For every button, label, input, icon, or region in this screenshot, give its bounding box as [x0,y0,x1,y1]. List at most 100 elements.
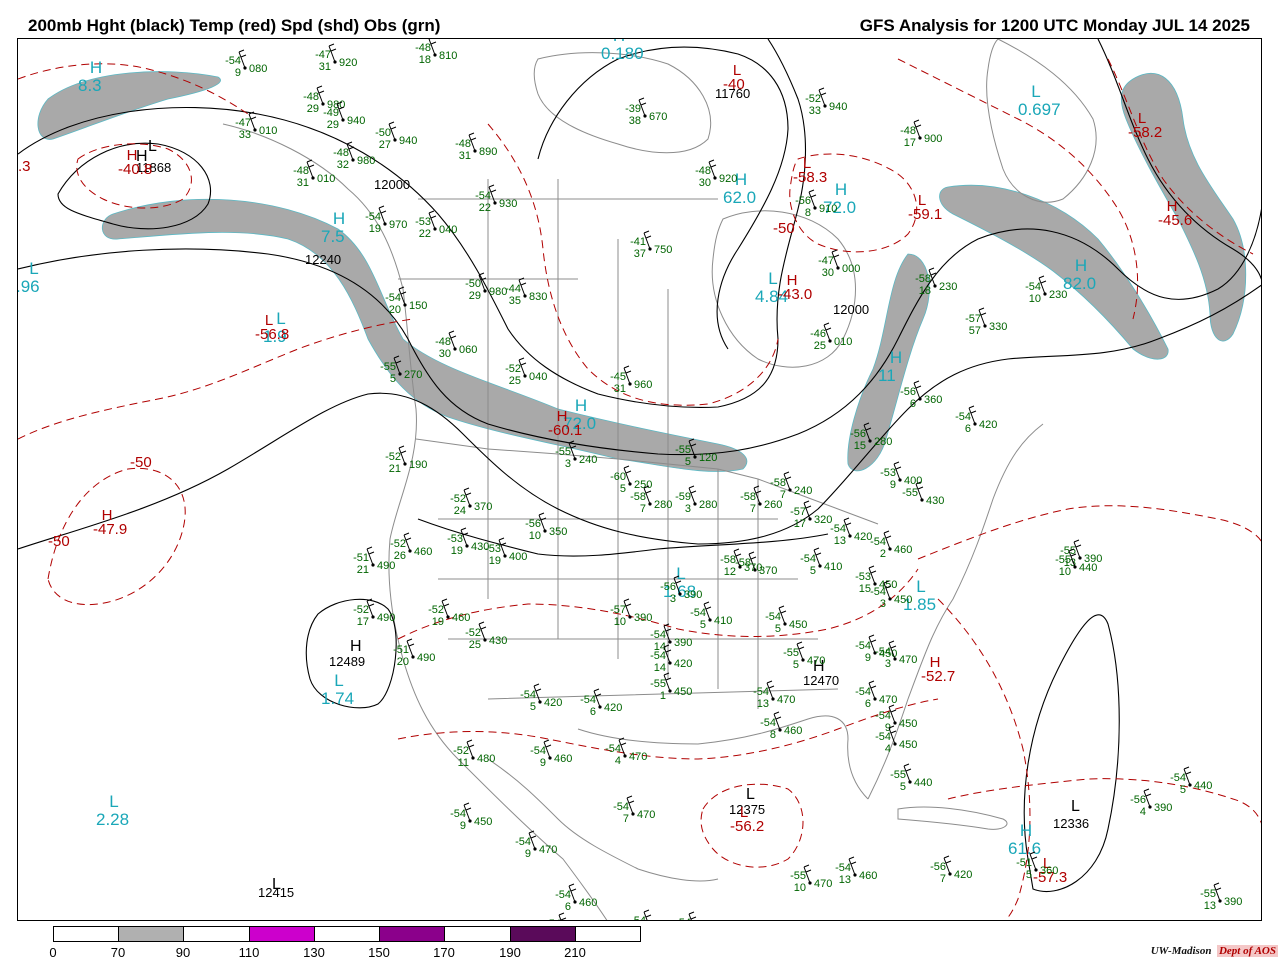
station-height: 930 [499,198,517,210]
station-dewpoint: 27 [379,139,391,151]
station-plot: -54 450 9 [450,802,492,832]
station-plot: -55 450 1 [650,672,692,702]
arctic-islands [533,52,712,154]
temp-contour-label: -50 [130,454,152,471]
station-height: 470 [777,694,795,706]
station-height: 240 [794,485,812,497]
station-dewpoint: 13 [757,698,769,710]
legend-segment [510,927,576,941]
station-temp: -54 [225,55,241,67]
station-height: 390 [674,637,692,649]
station-plot: -56 390 4 [1130,788,1172,818]
temp-center-value: -58.2 [1128,124,1162,141]
station-dewpoint: 7 [623,813,629,825]
station-temp: -52 [428,604,444,616]
credit-org: UW-Madison [1150,945,1212,957]
station-temp: -48 [900,125,916,137]
station-dewpoint: 14 [654,662,666,674]
station-temp: -55 [890,769,906,781]
station-height: 360 [924,394,942,406]
station-height: 910 [819,203,837,215]
station-height: 460 [554,753,572,765]
station-plot: -52 940 33 [805,87,847,117]
temp-contour-label: -50 [773,220,795,237]
station-dewpoint: 30 [439,348,451,360]
analysis-time: GFS Analysis for 1200 UTC Monday JUL 14 … [859,16,1250,35]
station-plot: -54 460 6 [555,883,597,913]
station-height: 470 [879,694,897,706]
station-temp: -54 [1025,281,1041,293]
station-temp: -54 [855,686,871,698]
station-plot: -52 460 19 [428,598,470,628]
station-height: 450 [474,816,492,828]
station-dewpoint: 33 [809,105,821,117]
station-plot: -54 450 5 [765,605,807,635]
station-dewpoint: 21 [389,463,401,475]
station-height: 450 [789,619,807,631]
station-temp: -56 [930,861,946,873]
station-temp: -57 [610,604,626,616]
station-temp: -55 [1200,888,1216,900]
station-height: 450 [899,739,917,751]
station-temp: -44 [505,283,521,295]
station-height: 370 [744,562,762,574]
station-dewpoint: 3 [670,593,676,605]
legend-tick: 190 [499,945,521,960]
station-temp: -54 [475,190,491,202]
station-height: 390 [1224,896,1242,908]
station-plot: -48 890 31 [455,132,497,162]
station-temp: -56 [1130,794,1146,806]
station-temp: -56 [795,195,811,207]
station-temp: -48 [695,165,711,177]
station-height: 940 [829,101,847,113]
map-canvas: 1186812000122401176012000124891247012375… [18,39,1261,920]
station-height: 370 [474,501,492,513]
wind-maximum-value: 7.5 [321,227,345,246]
station-temp: -54 [875,710,891,722]
station-plot: -52 370 24 [450,487,492,517]
station-dewpoint: 25 [469,639,481,651]
station-height: 270 [404,369,422,381]
station-dewpoint: 5 [685,456,691,468]
temp-center-value: -56.8 [255,326,289,343]
station-dewpoint: 10 [794,882,806,894]
station-temp: -54 [870,536,886,548]
station-plot: -56 420 7 [930,855,972,885]
station-temp: -52 [805,93,821,105]
station-height: 920 [339,57,357,69]
station-height: 960 [634,379,652,391]
station-plot: -55 470 10 [790,864,832,894]
station-temp: -52 [505,363,521,375]
station-plot: -55 390 13 [1200,882,1242,912]
station-height: 390 [634,612,652,624]
station-dewpoint: 18 [419,54,431,66]
station-plot: -54 150 20 [385,286,427,316]
height-contours [18,39,1261,893]
legend-segment [119,927,185,941]
station-plot: -53 400 19 [485,537,527,567]
station-temp: -52 [465,627,481,639]
station-plot: -54 230 10 [1025,275,1067,305]
station-temp: -57 [790,506,806,518]
station-temp: -54 [955,411,971,423]
station-plot: -48 920 30 [695,159,737,189]
station-plot: -54 460 13 [835,856,877,886]
height-center-mark: H [136,148,148,165]
temp-center-value: -58.3 [793,169,827,186]
station-plot: -55 470 5 [783,641,825,671]
station-height: 490 [377,612,395,624]
temp-contour-ne-pacific [18,318,414,440]
wind-maximum-mark: L [1031,82,1040,101]
station-plot: -52 190 21 [385,445,427,475]
station-height: 460 [784,725,802,737]
legend-tick: 130 [303,945,325,960]
station-dewpoint: 9 [525,848,531,860]
station-plot: -48 810 18 [415,39,457,66]
station-plot: -54 420 5 [520,683,562,713]
station-plot: -56 910 8 [795,189,837,219]
station-temp: -54 [875,731,891,743]
legend-segment [54,927,120,941]
temp-contour-south [397,698,939,760]
temp-contour-canada [487,123,779,406]
station-dewpoint: 4 [615,755,621,767]
